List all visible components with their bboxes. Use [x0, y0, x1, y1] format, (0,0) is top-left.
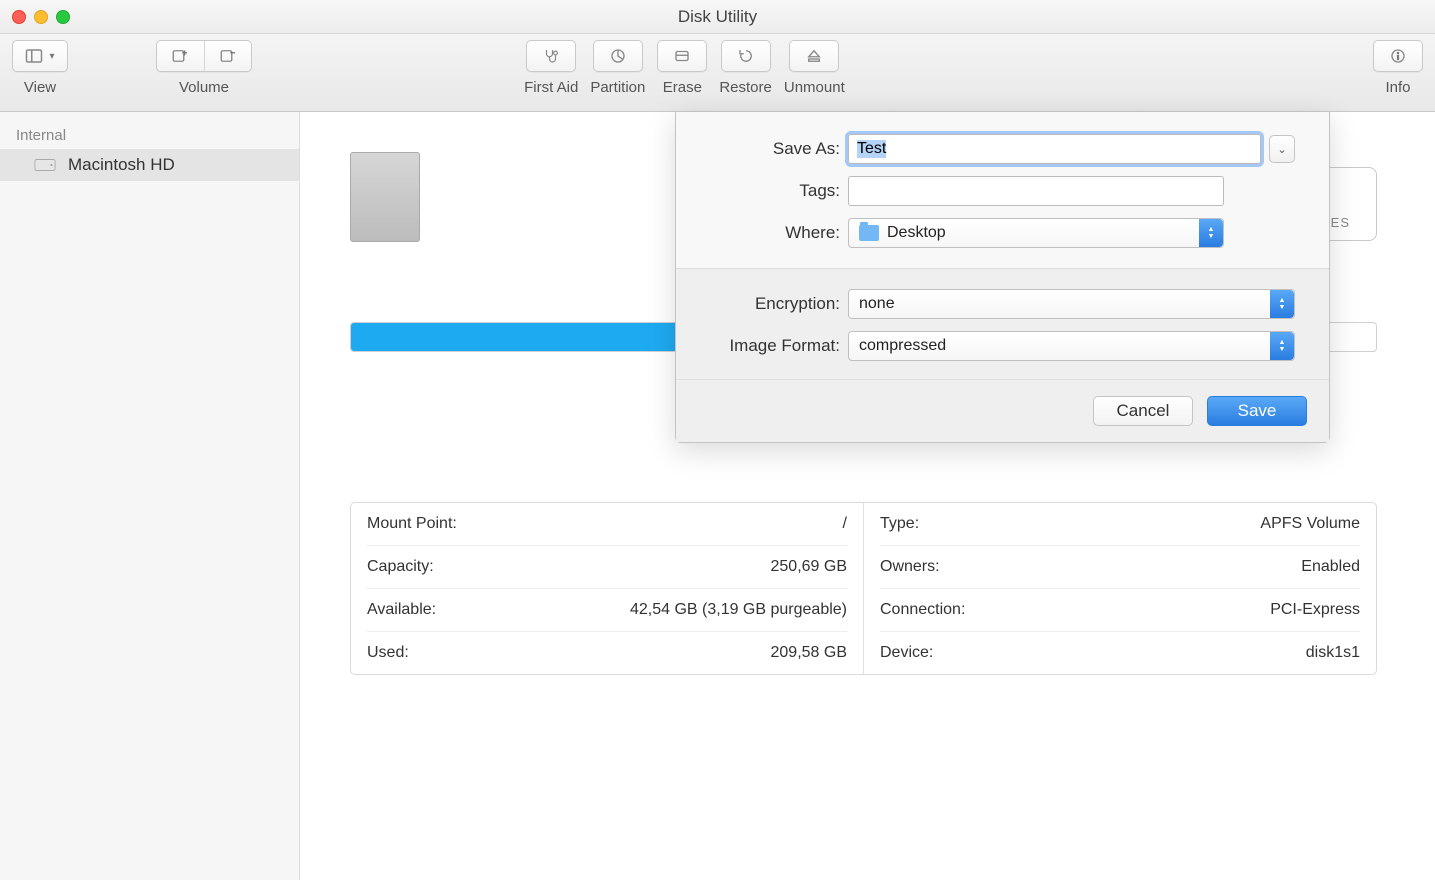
save-as-label: Save As:: [710, 139, 840, 159]
info-value: 250,69 GB: [771, 558, 848, 576]
info-value: APFS Volume: [1260, 515, 1360, 533]
volume-remove-button[interactable]: −: [204, 41, 252, 71]
info-label: Info: [1385, 79, 1410, 96]
where-popup[interactable]: Desktop: [848, 218, 1224, 248]
info-row: Mount Point: /: [367, 503, 847, 546]
svg-text:+: +: [183, 48, 188, 57]
window-title: Disk Utility: [0, 7, 1435, 27]
save-button[interactable]: Save: [1207, 396, 1307, 426]
sidebar-item-label: Macintosh HD: [68, 155, 175, 175]
info-button[interactable]: [1373, 40, 1423, 72]
restore-icon: [737, 47, 755, 65]
save-as-input[interactable]: [848, 134, 1261, 164]
unmount-label: Unmount: [784, 79, 845, 96]
info-row: Capacity: 250,69 GB: [367, 546, 847, 589]
info-row: Owners: Enabled: [880, 546, 1360, 589]
save-sheet: Save As: ⌄ Tags: Where:: [675, 112, 1330, 443]
info-key: Device:: [880, 644, 933, 662]
cancel-button[interactable]: Cancel: [1093, 396, 1193, 426]
info-key: Owners:: [880, 558, 940, 576]
svg-text:−: −: [230, 48, 235, 57]
popup-arrows-icon: [1270, 332, 1294, 360]
volume-remove-icon: −: [219, 47, 237, 65]
sidebar: Internal Macintosh HD: [0, 112, 300, 880]
sidebar-section-internal: Internal: [0, 122, 299, 149]
info-row: Type: APFS Volume: [880, 503, 1360, 546]
restore-label: Restore: [719, 79, 772, 96]
pie-icon: [609, 47, 627, 65]
info-table: Mount Point: / Capacity: 250,69 GB Available…: [350, 502, 1377, 675]
popup-arrows-icon: [1270, 290, 1294, 318]
partition-label: Partition: [590, 79, 645, 96]
main-area: Internal Macintosh HD 250,69 GB SHARED B…: [0, 112, 1435, 880]
titlebar: Disk Utility: [0, 0, 1435, 34]
stethoscope-icon: [542, 47, 560, 65]
info-value: PCI-Express: [1270, 601, 1360, 619]
image-format-value: compressed: [859, 337, 946, 355]
volume-segmented: + −: [156, 40, 252, 72]
info-row: Used: 209,58 GB: [367, 632, 847, 674]
info-col-left: Mount Point: / Capacity: 250,69 GB Available…: [351, 503, 864, 674]
sidebar-item-macintosh-hd[interactable]: Macintosh HD: [0, 149, 299, 181]
info-value: 209,58 GB: [771, 644, 848, 662]
info-value: /: [843, 515, 847, 533]
popup-arrows-icon: [1199, 219, 1223, 247]
image-format-popup[interactable]: compressed: [848, 331, 1295, 361]
where-label: Where:: [710, 223, 840, 243]
sidebar-icon: [25, 47, 43, 65]
info-key: Capacity:: [367, 558, 434, 576]
info-key: Type:: [880, 515, 919, 533]
info-value: Enabled: [1301, 558, 1360, 576]
encryption-popup[interactable]: none: [848, 289, 1295, 319]
tags-label: Tags:: [710, 181, 840, 201]
info-row: Device: disk1s1: [880, 632, 1360, 674]
info-icon: [1389, 47, 1407, 65]
erase-icon: [673, 47, 691, 65]
info-key: Available:: [367, 601, 436, 619]
tags-input[interactable]: [848, 176, 1224, 206]
folder-icon: [859, 225, 879, 241]
info-key: Mount Point:: [367, 515, 457, 533]
encryption-value: none: [859, 295, 895, 313]
volume-label: Volume: [179, 79, 229, 96]
info-row: Connection: PCI-Express: [880, 589, 1360, 632]
view-label: View: [24, 79, 56, 96]
info-value: 42,54 GB (3,19 GB purgeable): [630, 601, 847, 619]
info-col-right: Type: APFS Volume Owners: Enabled Connection…: [864, 503, 1376, 674]
where-value: Desktop: [887, 224, 946, 242]
internal-drive-icon: [34, 156, 56, 174]
first-aid-label: First Aid: [524, 79, 578, 96]
unmount-button[interactable]: [789, 40, 839, 72]
volume-add-button[interactable]: +: [157, 41, 204, 71]
eject-icon: [805, 47, 823, 65]
info-key: Used:: [367, 644, 409, 662]
encryption-label: Encryption:: [710, 294, 840, 314]
partition-button[interactable]: [593, 40, 643, 72]
restore-button[interactable]: [721, 40, 771, 72]
info-row: Available: 42,54 GB (3,19 GB purgeable): [367, 589, 847, 632]
toolbar: ▾ View + − Volume First Aid Partition: [0, 34, 1435, 112]
info-key: Connection:: [880, 601, 965, 619]
erase-label: Erase: [663, 79, 702, 96]
info-value: disk1s1: [1306, 644, 1360, 662]
volume-add-icon: +: [171, 47, 189, 65]
chevron-down-icon: ⌄: [1277, 143, 1286, 156]
view-button[interactable]: ▾: [12, 40, 68, 72]
erase-button[interactable]: [657, 40, 707, 72]
image-format-label: Image Format:: [710, 336, 840, 356]
expand-save-panel-button[interactable]: ⌄: [1269, 135, 1295, 163]
drive-thumbnail: [350, 152, 420, 242]
content-pane: 250,69 GB SHARED BY 4 VOLUMES Free 39,35…: [300, 112, 1435, 880]
first-aid-button[interactable]: [526, 40, 576, 72]
